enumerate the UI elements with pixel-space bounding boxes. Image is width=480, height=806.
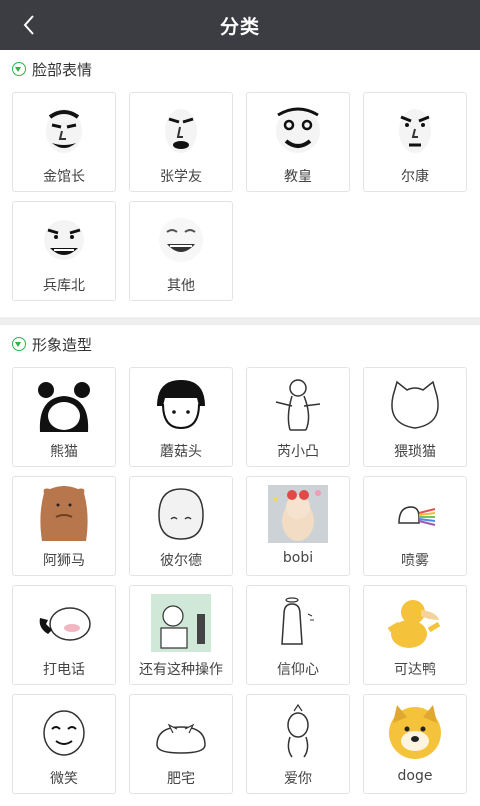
- category-card[interactable]: 其他: [129, 201, 233, 301]
- category-card[interactable]: 还有这种操作: [129, 585, 233, 685]
- category-label: 熊猫: [50, 444, 78, 460]
- category-label: 可达鸭: [394, 662, 436, 678]
- page-title: 分类: [219, 15, 260, 38]
- category-label: 喷雾: [401, 553, 429, 569]
- smile-face-icon: [34, 703, 94, 761]
- meme-face-icon: [268, 101, 328, 159]
- category-label: 微笑: [50, 771, 78, 787]
- section-title: 形象造型: [32, 335, 93, 354]
- meme-comic-icon: [151, 594, 211, 652]
- category-card[interactable]: 喷雾: [363, 476, 467, 576]
- cat-photo-icon: [268, 485, 328, 543]
- category-card[interactable]: 阿狮马: [12, 476, 116, 576]
- cat-outline-icon: [385, 376, 445, 434]
- category-label: 蘑菇头: [160, 444, 202, 460]
- mushroom-head-icon: [151, 376, 211, 434]
- doge-icon: [385, 703, 445, 761]
- section-header-character[interactable]: 形象造型: [0, 325, 480, 363]
- top-bar: 分类: [0, 0, 480, 50]
- category-label: 打电话: [43, 662, 85, 678]
- category-label: 兵库北: [43, 278, 85, 294]
- rainbow-spray-icon: [385, 485, 445, 543]
- category-card[interactable]: 金馆长: [12, 92, 116, 192]
- category-card[interactable]: bobi: [246, 476, 350, 576]
- section-header-face[interactable]: 脸部表情: [0, 50, 480, 88]
- chevron-left-icon: [23, 15, 34, 35]
- meme-face-icon: [34, 210, 94, 268]
- category-card[interactable]: 微笑: [12, 694, 116, 794]
- expand-triangle-icon: [12, 62, 26, 76]
- category-card[interactable]: 猥琐猫: [363, 367, 467, 467]
- category-label: 尔康: [401, 169, 429, 185]
- category-card[interactable]: 教皇: [246, 92, 350, 192]
- category-card[interactable]: doge: [363, 694, 467, 794]
- category-label: doge: [397, 768, 433, 784]
- meme-face-icon: [34, 101, 94, 159]
- category-label: 教皇: [284, 169, 312, 185]
- halo-figure-icon: [268, 594, 328, 652]
- meme-face-icon: [385, 101, 445, 159]
- meme-face-icon: [151, 101, 211, 159]
- category-card[interactable]: 蘑菇头: [129, 367, 233, 467]
- category-card[interactable]: 爱你: [246, 694, 350, 794]
- category-card[interactable]: 彼尔德: [129, 476, 233, 576]
- category-card[interactable]: 信仰心: [246, 585, 350, 685]
- category-card[interactable]: 兵库北: [12, 201, 116, 301]
- category-label: 阿狮马: [43, 553, 85, 569]
- back-button[interactable]: [16, 12, 42, 38]
- category-card[interactable]: 芮小凸: [246, 367, 350, 467]
- section-divider: [0, 317, 480, 325]
- category-label: 还有这种操作: [139, 662, 223, 678]
- character-grid: 熊猫 蘑菇头 芮小凸 猥琐猫 阿狮马 彼尔德 bobi 喷雾 打电话 还有这种操…: [0, 363, 480, 806]
- category-label: bobi: [282, 550, 314, 566]
- category-label: 其他: [167, 278, 195, 294]
- category-label: 猥琐猫: [394, 444, 436, 460]
- category-card[interactable]: 尔康: [363, 92, 467, 192]
- alpaca-icon: [34, 485, 94, 543]
- category-card[interactable]: 打电话: [12, 585, 116, 685]
- phone-call-icon: [34, 594, 94, 652]
- category-card[interactable]: 张学友: [129, 92, 233, 192]
- lying-cat-icon: [151, 703, 211, 761]
- category-label: 张学友: [160, 169, 202, 185]
- category-card[interactable]: 可达鸭: [363, 585, 467, 685]
- category-label: 彼尔德: [160, 553, 202, 569]
- category-card[interactable]: 熊猫: [12, 367, 116, 467]
- category-label: 爱你: [284, 771, 312, 787]
- section-title: 脸部表情: [32, 60, 93, 79]
- category-label: 信仰心: [277, 662, 319, 678]
- category-label: 芮小凸: [277, 444, 319, 460]
- meme-face-icon: [151, 210, 211, 268]
- love-figure-icon: [268, 703, 328, 761]
- psyduck-icon: [385, 594, 445, 652]
- category-label: 肥宅: [167, 771, 195, 787]
- round-face-icon: [151, 485, 211, 543]
- expand-triangle-icon: [12, 337, 26, 351]
- category-card[interactable]: 肥宅: [129, 694, 233, 794]
- panda-icon: [34, 376, 94, 434]
- stick-figure-icon: [268, 376, 328, 434]
- category-label: 金馆长: [43, 169, 85, 185]
- face-grid: 金馆长 张学友 教皇 尔康 兵库北 其他: [0, 88, 480, 313]
